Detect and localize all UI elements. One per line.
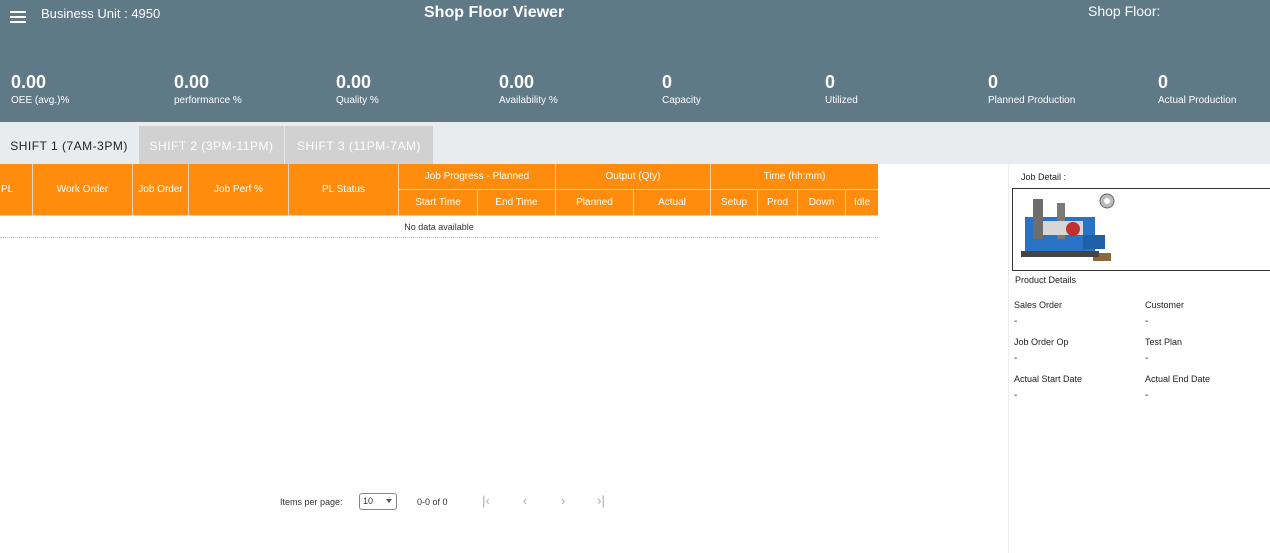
kpi-utilized: 0 Utilized: [825, 72, 858, 106]
business-unit-label: Business Unit : 4950: [41, 6, 161, 21]
column-header-actual[interactable]: Actual: [634, 190, 711, 216]
sales-order-value: -: [1014, 316, 1018, 327]
column-header-pl-status[interactable]: PL Status: [289, 164, 399, 216]
kpi-value: 0.00: [336, 72, 372, 92]
paginator: Items per page: 10 0-0 of 0 |‹ ‹ › ›|: [0, 493, 1008, 513]
kpi-label: performance %: [174, 95, 242, 106]
column-header-start-time[interactable]: Start Time: [399, 190, 478, 216]
kpi-quality: 0.00 Quality %: [336, 72, 379, 106]
job-order-op-label: Job Order Op: [1014, 337, 1069, 347]
kpi-value: 0: [662, 72, 673, 92]
product-details-title: Product Details: [1015, 275, 1077, 285]
tab-shift-1[interactable]: SHIFT 1 (7AM-3PM): [0, 126, 138, 164]
customer-value: -: [1145, 316, 1149, 327]
previous-page-icon[interactable]: ‹: [515, 493, 535, 511]
empty-table-message: No data available: [0, 216, 878, 238]
kpi-label: Utilized: [825, 95, 858, 106]
actual-end-date-value: -: [1145, 390, 1149, 401]
job-order-op-value: -: [1014, 353, 1018, 364]
column-header-end-time[interactable]: End Time: [478, 190, 556, 216]
hamburger-menu-icon[interactable]: [10, 11, 26, 23]
column-header-down[interactable]: Down: [798, 190, 846, 216]
kpi-performance: 0.00 performance %: [174, 72, 242, 106]
test-plan-label: Test Plan: [1145, 337, 1183, 347]
column-header-prod[interactable]: Prod: [758, 190, 798, 216]
actual-start-date-label: Actual Start Date: [1014, 374, 1083, 384]
column-header-job-order[interactable]: Job Order: [133, 164, 189, 216]
kpi-planned-production: 0 Planned Production: [988, 72, 1075, 106]
sales-order-label: Sales Order: [1014, 300, 1063, 310]
kpi-value: 0.00: [499, 72, 535, 92]
column-header-pl[interactable]: PL: [0, 164, 33, 216]
kpi-label: OEE (avg.)%: [11, 95, 70, 106]
first-page-icon[interactable]: |‹: [476, 493, 496, 511]
shift-tab-bar: SHIFT 1 (7AM-3PM) SHIFT 2 (3PM-11PM) SHI…: [0, 122, 1270, 164]
kpi-label: Availability %: [499, 95, 558, 106]
gear-part-icon: [1099, 193, 1115, 209]
tab-shift-3[interactable]: SHIFT 3 (11PM-7AM): [285, 126, 433, 164]
kpi-capacity: 0 Capacity: [662, 72, 701, 106]
column-group-output: Output (Qty): [556, 164, 711, 190]
column-header-planned[interactable]: Planned: [556, 190, 634, 216]
last-page-icon[interactable]: ›|: [591, 493, 611, 511]
panel-divider: [1008, 164, 1009, 553]
shop-floor-label: Shop Floor:: [1088, 3, 1161, 19]
items-per-page-label: Items per page:: [280, 497, 343, 507]
column-header-work-order[interactable]: Work Order: [33, 164, 133, 216]
kpi-value: 0: [988, 72, 999, 92]
kpi-availability: 0.00 Availability %: [499, 72, 558, 106]
kpi-label: Planned Production: [988, 95, 1076, 106]
kpi-value: 0.00: [11, 72, 47, 92]
column-group-job-progress: Job Progress - Planned: [399, 164, 556, 190]
test-plan-value: -: [1145, 353, 1149, 364]
customer-label: Customer: [1145, 300, 1185, 310]
column-header-job-perf[interactable]: Job Perf %: [189, 164, 289, 216]
actual-start-date-value: -: [1014, 390, 1018, 401]
column-header-idle[interactable]: Idle: [846, 190, 878, 216]
next-page-icon[interactable]: ›: [553, 493, 573, 511]
page-range-label: 0-0 of 0: [417, 497, 448, 507]
column-group-time: Time (hh:mm): [711, 164, 878, 190]
column-header-setup[interactable]: Setup: [711, 190, 758, 216]
kpi-value: 0.00: [174, 72, 210, 92]
actual-end-date-label: Actual End Date: [1145, 374, 1211, 384]
tab-shift-2[interactable]: SHIFT 2 (3PM-11PM): [139, 126, 284, 164]
kpi-value: 0: [825, 72, 836, 92]
app-header: Business Unit : 4950 Shop Floor Viewer S…: [0, 0, 1270, 122]
page-title: Shop Floor Viewer: [424, 4, 565, 21]
kpi-oee: 0.00 OEE (avg.)%: [11, 72, 69, 106]
chevron-down-icon: [386, 499, 392, 503]
kpi-actual-production: 0 Actual Production: [1158, 72, 1236, 106]
kpi-value: 0: [1158, 72, 1169, 92]
job-detail-title: Job Detail :: [1021, 172, 1067, 182]
kpi-label: Quality %: [336, 95, 379, 106]
page-size-select[interactable]: 10: [359, 493, 397, 510]
kpi-label: Actual Production: [1158, 95, 1237, 106]
page-size-value: 10: [363, 496, 374, 506]
kpi-label: Capacity: [662, 95, 701, 106]
machine-image-box: [1012, 188, 1270, 271]
